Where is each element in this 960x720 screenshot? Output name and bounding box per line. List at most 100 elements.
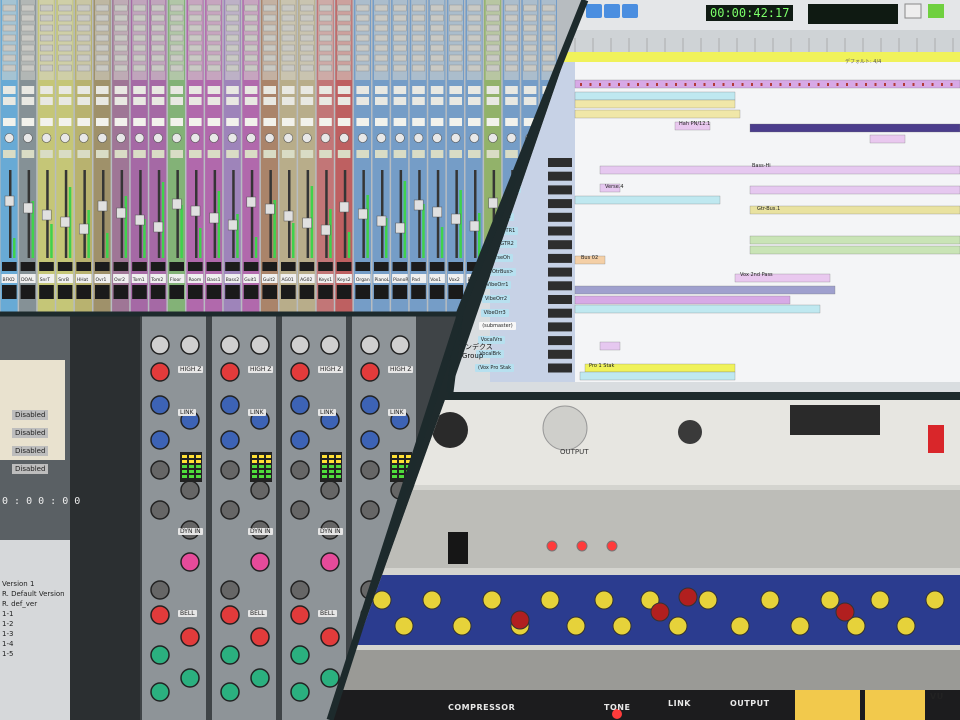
midi-note — [713, 83, 715, 86]
pan-knob — [134, 133, 145, 143]
midi-note — [618, 83, 620, 86]
fader-track — [64, 170, 68, 258]
auto-slot — [189, 118, 202, 126]
insert-slot — [412, 44, 426, 52]
io-slot — [468, 86, 481, 94]
channel-counter — [467, 285, 482, 299]
eq-knob — [422, 590, 442, 610]
io-slot — [263, 86, 276, 94]
insert-slot — [170, 54, 184, 62]
tool-button — [928, 4, 944, 18]
midi-note — [589, 83, 592, 86]
eq-knob — [612, 616, 632, 636]
fader-readout — [57, 262, 73, 271]
channel-name: Floor — [170, 277, 181, 283]
output-label-top: OUTPUT — [560, 448, 589, 456]
insert-slot — [356, 44, 370, 52]
io-slot — [282, 97, 295, 105]
eq-unit — [330, 575, 960, 645]
insert-slot — [430, 24, 444, 32]
fader-track — [27, 170, 31, 258]
fader-readout — [262, 262, 277, 271]
io-slot — [114, 86, 128, 94]
channel-counter — [2, 285, 17, 299]
pan-readout — [412, 150, 425, 158]
pan-knob — [432, 133, 442, 143]
midi-note — [608, 83, 611, 86]
midi-note — [779, 83, 782, 86]
level-meter — [106, 233, 109, 258]
insert-slot — [132, 54, 146, 62]
led-segment — [189, 455, 194, 458]
led-segment — [329, 475, 334, 478]
level-meter — [254, 237, 258, 258]
auto-slot — [58, 118, 72, 126]
midi-note — [732, 83, 734, 86]
channel-name: Pad — [412, 277, 420, 283]
insert-slot — [449, 4, 463, 12]
fader-cap — [432, 206, 443, 218]
track-mute-solo — [548, 336, 572, 346]
compressor-label: COMPRESSOR — [448, 703, 516, 712]
led-segment — [336, 475, 341, 478]
midi-note — [874, 83, 877, 86]
insert-slot — [263, 14, 277, 22]
insert-slot — [430, 14, 444, 22]
insert-slot — [225, 4, 239, 12]
fader-readout — [243, 262, 259, 271]
led-segment — [322, 465, 327, 468]
insert-slot — [263, 4, 277, 12]
insert-slot — [170, 14, 184, 22]
io-slot — [114, 97, 128, 105]
level-meter — [478, 213, 481, 258]
console-button: HIGH Z — [388, 366, 414, 373]
fader-track — [250, 170, 254, 258]
screen-disabled-label: Disabled — [12, 464, 49, 474]
insert-slot — [430, 44, 444, 52]
insert-slot — [356, 14, 370, 22]
io-slot — [226, 86, 239, 94]
insert-slot — [21, 64, 35, 72]
io-slot — [263, 97, 276, 105]
channel-counter — [411, 285, 426, 299]
auto-slot — [449, 118, 462, 126]
lower-unit — [330, 650, 960, 690]
console-knob — [250, 627, 270, 647]
channel-counter — [39, 285, 54, 299]
console-button: BELL — [178, 610, 197, 617]
version-list-item: R. def_ver — [2, 600, 38, 608]
console-knob — [360, 335, 380, 355]
io-slot — [375, 86, 388, 94]
red-led — [546, 540, 558, 552]
eq-knob-red — [510, 610, 530, 630]
insert-slot — [58, 64, 72, 72]
fader-readout — [169, 262, 184, 271]
console-button: LINK — [388, 409, 406, 416]
midi-note — [675, 83, 677, 86]
insert-slot — [21, 14, 35, 22]
level-meter — [199, 228, 202, 258]
eq-knob — [925, 590, 945, 610]
track-mute-solo — [548, 212, 572, 222]
io-slot — [356, 97, 369, 105]
fader-cap — [79, 223, 89, 235]
insert-slot — [207, 44, 221, 52]
audio-clip — [574, 109, 741, 119]
console-knob — [150, 430, 170, 450]
insert-slot — [337, 44, 351, 52]
insert-slot — [77, 24, 91, 32]
io-slot — [300, 97, 314, 105]
pan-readout — [133, 150, 146, 158]
insert-slot — [188, 14, 202, 22]
auto-slot — [151, 118, 165, 126]
channel-name: HHat — [77, 277, 89, 283]
insert-slot — [393, 4, 407, 12]
level-meter — [180, 205, 183, 258]
fader-track — [399, 170, 403, 258]
auto-slot — [412, 118, 425, 126]
pan-knob — [320, 133, 331, 143]
fader-track — [325, 170, 328, 258]
audio-clip — [579, 371, 736, 381]
fader-cap — [451, 213, 461, 225]
led-segment — [392, 455, 397, 458]
